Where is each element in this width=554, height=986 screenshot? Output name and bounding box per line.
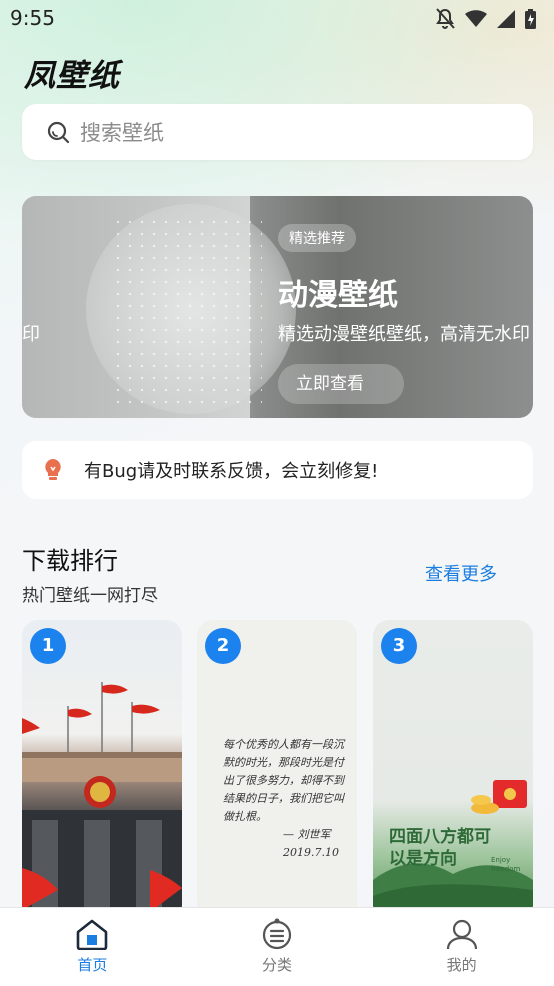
wallpaper-card-3[interactable]: 3 四面八方都可以是方向 Enjoy freedom bbox=[373, 620, 533, 920]
signal-icon bbox=[497, 10, 515, 28]
status-bar: 9:55 bbox=[0, 0, 554, 38]
tab-profile[interactable]: 我的 bbox=[369, 908, 554, 986]
tab-profile-label: 我的 bbox=[446, 956, 477, 974]
battery-icon bbox=[525, 9, 536, 29]
status-icons bbox=[435, 8, 536, 30]
banner-description: 精选动漫壁纸壁纸，高清无水印 bbox=[278, 324, 530, 345]
lightbulb-icon bbox=[45, 459, 61, 480]
wallpaper-caption: 四面八方都可以是方向 bbox=[389, 827, 491, 869]
wifi-icon bbox=[465, 10, 487, 27]
notice-text: 有Bug请及时联系反馈，会立刻修复! bbox=[84, 461, 379, 482]
banner-decor-dots bbox=[112, 216, 262, 406]
wallpaper-card-1[interactable]: 1 bbox=[22, 620, 182, 920]
banner-title: 动漫壁纸 bbox=[278, 278, 398, 313]
ranking-subtitle: 热门壁纸一网打尽 bbox=[22, 586, 158, 606]
rank-badge: 2 bbox=[205, 628, 241, 664]
search-placeholder: 搜索壁纸 bbox=[80, 121, 164, 145]
handwriting-note: 每个优秀的人都有一段沉默的时光，那段时光是付出了很多努力，却得不到结果的日子，我… bbox=[223, 738, 344, 823]
status-time: 9:55 bbox=[10, 6, 55, 30]
view-now-button[interactable]: 立即查看 bbox=[278, 364, 404, 404]
app-title: 凤壁纸 bbox=[24, 58, 120, 94]
user-icon bbox=[446, 919, 477, 950]
wallpaper-handwriting: 每个优秀的人都有一段沉默的时光，那段时光是付出了很多努力，却得不到结果的日子，我… bbox=[223, 736, 353, 862]
search-icon bbox=[47, 121, 70, 144]
banner-cut-text: 印 bbox=[22, 324, 40, 345]
tab-category[interactable]: 分类 bbox=[185, 908, 370, 986]
search-bar[interactable]: 搜索壁纸 bbox=[22, 104, 533, 160]
bottom-tab-bar: 首页 分类 我的 bbox=[0, 907, 554, 986]
wallpaper-card-2[interactable]: 2 每个优秀的人都有一段沉默的时光，那段时光是付出了很多努力，却得不到结果的日子… bbox=[197, 620, 357, 920]
wallpaper-image bbox=[373, 780, 533, 920]
wallpaper-small-text: Enjoy freedom bbox=[491, 856, 521, 873]
tab-home[interactable]: 首页 bbox=[0, 908, 185, 986]
notice-bar[interactable]: 有Bug请及时联系反馈，会立刻修复! bbox=[22, 441, 533, 499]
banner-tag: 精选推荐 bbox=[278, 224, 356, 252]
rank-badge: 1 bbox=[30, 628, 66, 664]
rank-badge: 3 bbox=[381, 628, 417, 664]
featured-banner[interactable]: 印 精选推荐 动漫壁纸 精选动漫壁纸壁纸，高清无水印 立即查看 bbox=[22, 196, 533, 418]
handwriting-date: 2019.7.10 bbox=[283, 846, 339, 859]
notification-off-icon bbox=[436, 8, 455, 29]
ranking-title: 下载排行 bbox=[22, 547, 118, 575]
wallpaper-image bbox=[22, 682, 182, 920]
category-icon bbox=[262, 918, 292, 950]
tab-home-label: 首页 bbox=[77, 956, 108, 974]
handwriting-signature: — 刘世军 bbox=[283, 828, 331, 841]
view-more-link[interactable]: 查看更多 bbox=[425, 560, 497, 586]
tab-category-label: 分类 bbox=[262, 956, 293, 974]
home-icon bbox=[77, 919, 108, 950]
